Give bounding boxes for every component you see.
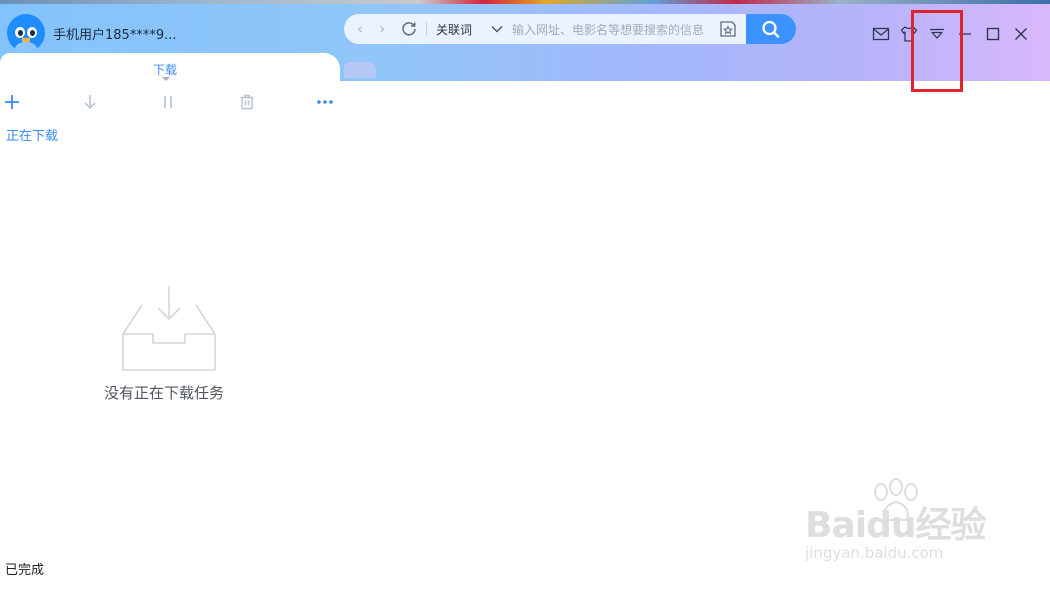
search-divider <box>426 22 427 36</box>
avatar-eye <box>15 27 25 38</box>
avatar-belly <box>15 42 37 52</box>
watermark-url: jingyan.baidu.com <box>805 544 944 562</box>
chevron-down-icon[interactable] <box>490 22 504 36</box>
tab-new[interactable] <box>344 62 376 78</box>
delete-icon[interactable] <box>237 92 257 112</box>
search-icon <box>762 20 780 38</box>
avatar[interactable] <box>7 14 45 52</box>
annotation-highlight-box <box>911 10 963 92</box>
add-icon[interactable] <box>2 92 22 112</box>
search-input[interactable] <box>510 18 724 42</box>
back-arrow-icon[interactable]: ‹ <box>357 20 363 38</box>
watermark: Baidu经验 jingyan.baidu.com <box>805 478 995 570</box>
close-icon[interactable] <box>1011 24 1031 44</box>
maximize-icon[interactable] <box>983 24 1003 44</box>
download-icon[interactable] <box>80 92 100 112</box>
search-bar: ‹ › 关联词 <box>344 14 796 44</box>
search-button[interactable] <box>746 14 796 44</box>
refresh-icon[interactable] <box>400 20 418 38</box>
bookmark-icon[interactable] <box>718 20 738 38</box>
avatar-eye <box>27 27 37 38</box>
completed-section-label[interactable]: 已完成 <box>5 559 44 578</box>
forward-arrow-icon[interactable]: › <box>379 20 385 38</box>
empty-inbox-icon <box>122 286 216 371</box>
tab-download-label[interactable]: 下载 <box>153 61 177 78</box>
more-icon[interactable] <box>315 92 335 112</box>
username[interactable]: 手机用户185****9... <box>53 24 176 43</box>
keyword-select[interactable]: 关联词 <box>436 21 472 38</box>
watermark-brand: Baidu经验 <box>805 505 986 546</box>
empty-state-message: 没有正在下载任务 <box>104 384 225 402</box>
downloading-section-label[interactable]: 正在下载 <box>6 125 58 144</box>
mail-icon[interactable] <box>871 24 891 44</box>
pause-icon[interactable] <box>158 92 178 112</box>
tab-caret-icon <box>162 77 170 81</box>
